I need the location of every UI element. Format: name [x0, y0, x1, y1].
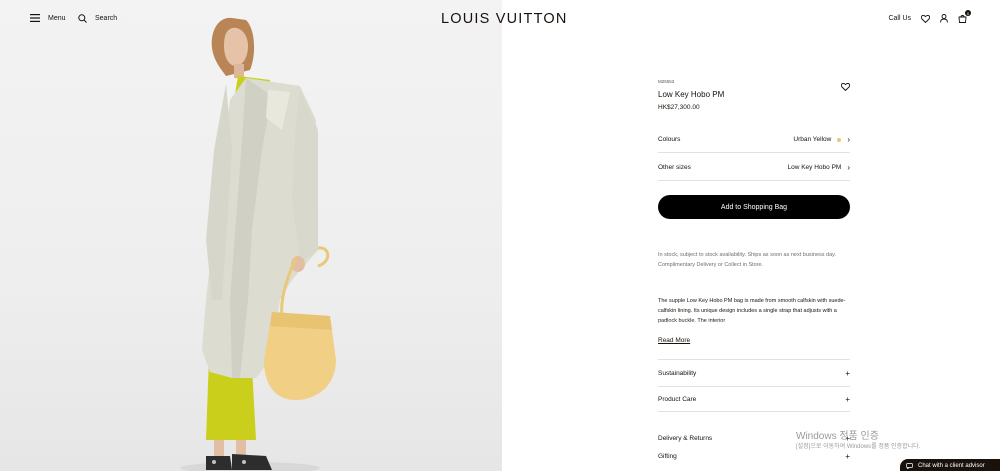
divider	[658, 411, 850, 412]
colours-selector[interactable]: Colours Urban Yellow ›	[658, 127, 850, 153]
brand-logo[interactable]: LOUIS VUITTON	[441, 11, 568, 27]
shopping-bag-icon[interactable]: 0	[958, 10, 971, 23]
windows-activation-subtitle: [설정]으로 이동하여 Windows를 정품 인증합니다.	[796, 444, 921, 450]
accordion-label: Gifting	[658, 452, 677, 460]
accordion-label: Delivery & Returns	[658, 434, 713, 442]
colours-label: Colours	[658, 136, 681, 143]
site-header: Menu Search LOUIS VUITTON Call Us 0	[0, 0, 1000, 40]
header-tools: Call Us 0	[888, 10, 971, 23]
chevron-right-icon: ›	[847, 162, 850, 172]
model-illustration	[180, 17, 336, 471]
search-button[interactable]: Search	[78, 14, 117, 23]
accordion-sustainability[interactable]: Sustainability +	[658, 360, 850, 386]
product-sku: M25553	[658, 79, 675, 84]
account-icon[interactable]	[940, 14, 948, 23]
search-icon	[78, 14, 87, 23]
accordion-label: Product Care	[658, 395, 697, 403]
product-name: Low Key Hobo PM	[658, 90, 725, 99]
accordion-label: Sustainability	[658, 369, 697, 377]
chevron-right-icon: ›	[847, 134, 850, 144]
chat-bubble-icon	[906, 463, 913, 469]
product-price: HK$27,300.00	[658, 104, 700, 111]
product-panel: M25553 Low Key Hobo PM HK$27,300.00 Colo…	[658, 0, 851, 471]
wishlist-icon[interactable]	[921, 14, 930, 23]
chat-advisor-button[interactable]: Chat with a client advisor	[900, 459, 1000, 471]
cart-count-badge: 0	[965, 10, 971, 16]
menu-label: Menu	[48, 14, 66, 22]
product-description: The supple Low Key Hobo PM bag is made f…	[658, 296, 850, 330]
colour-swatch	[837, 137, 842, 142]
read-more-link[interactable]: Read More	[658, 337, 690, 344]
call-us-link[interactable]: Call Us	[888, 15, 911, 22]
search-label: Search	[95, 15, 118, 22]
chat-label: Chat with a client advisor	[918, 463, 985, 469]
add-to-wishlist-icon[interactable]	[840, 78, 851, 96]
product-hero-image	[0, 0, 502, 471]
windows-activation-title: Windows 정품 인증	[796, 431, 879, 442]
hamburger-icon	[30, 14, 40, 22]
plus-icon: +	[845, 368, 850, 378]
add-to-bag-button[interactable]: Add to Shopping Bag	[658, 195, 850, 219]
colours-value: Urban Yellow	[793, 136, 832, 143]
sizes-label: Other sizes	[658, 164, 691, 171]
menu-button[interactable]: Menu	[30, 14, 66, 22]
accordion-product-care[interactable]: Product Care +	[658, 386, 850, 412]
plus-icon: +	[845, 394, 850, 404]
sizes-value: Low Key Hobo PM	[787, 164, 842, 171]
stock-info: In stock, subject to stock availability.…	[658, 252, 837, 268]
plus-icon: +	[845, 451, 850, 461]
sizes-selector[interactable]: Other sizes Low Key Hobo PM ›	[658, 155, 850, 181]
